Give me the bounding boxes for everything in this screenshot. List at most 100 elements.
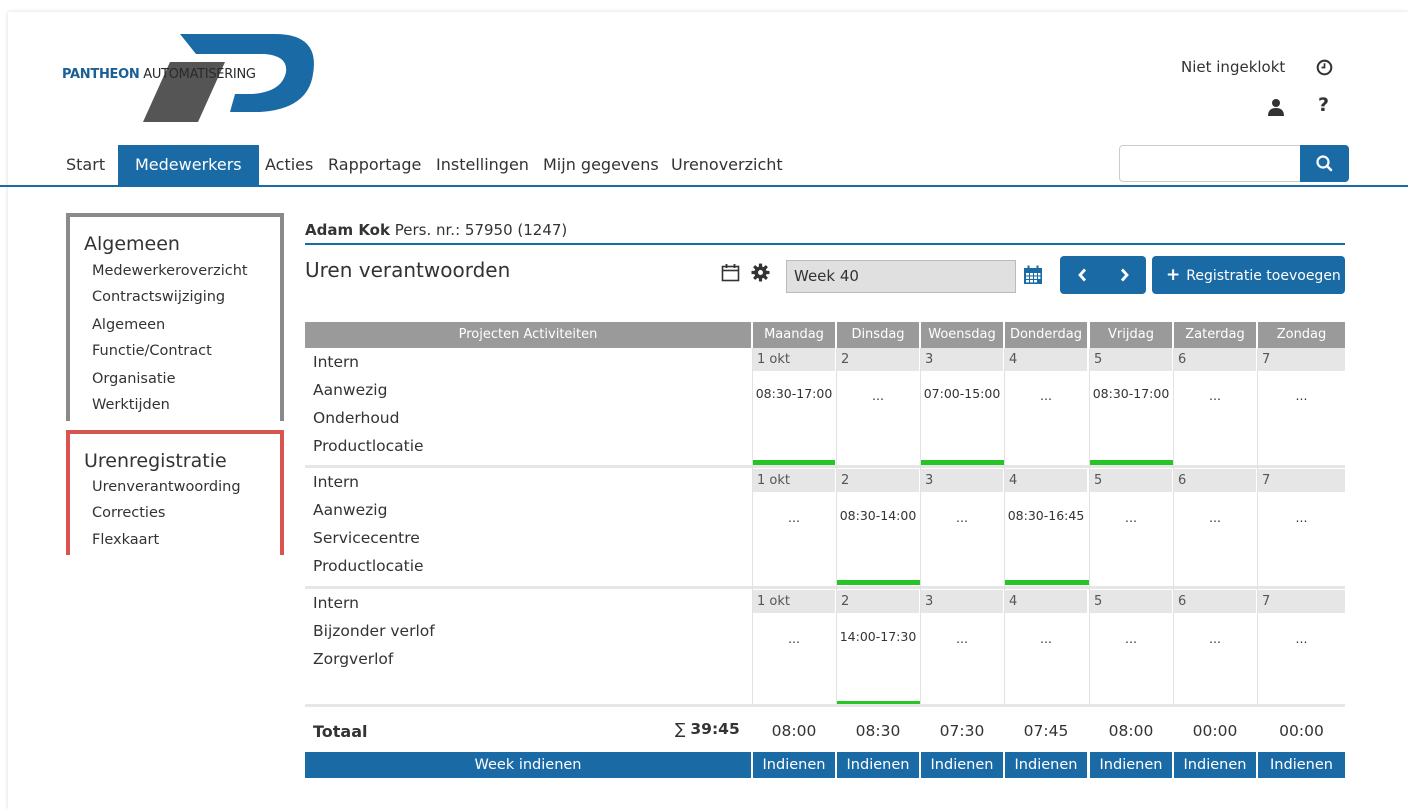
day-date: 2	[837, 469, 919, 492]
day-total: 00:00	[1279, 722, 1324, 740]
row-separator	[305, 586, 1345, 589]
grid-header-projects: Projecten Activiteiten	[305, 322, 751, 348]
time-cell[interactable]: 14:00-17:30	[837, 629, 919, 644]
nav-item-rapportage[interactable]: Rapportage	[328, 145, 421, 185]
time-cell[interactable]: 08:30-17:00	[753, 386, 835, 401]
chevron-left-icon[interactable]	[1077, 268, 1087, 282]
sum-icon: ∑	[675, 720, 686, 738]
company-logo[interactable]: PANTHEON AUTOMATISERING	[50, 34, 320, 124]
time-cell[interactable]: ...	[1090, 631, 1172, 646]
time-cell[interactable]: ...	[1258, 631, 1345, 646]
day-total: 07:30	[939, 722, 985, 740]
search-input[interactable]	[1119, 145, 1301, 182]
submit-day-button[interactable]: Indienen	[753, 752, 835, 778]
column-divider	[920, 348, 921, 704]
time-cell[interactable]: ...	[921, 631, 1003, 646]
plus-icon: +	[1166, 265, 1181, 285]
sidebar-item-urenverantwoording[interactable]: Urenverantwoording	[92, 479, 241, 495]
chevron-right-icon[interactable]	[1120, 268, 1130, 282]
sidebar-title-urenregistratie: Urenregistratie	[84, 450, 227, 472]
grid-header-day: Dinsdag	[837, 322, 919, 348]
time-cell[interactable]: ...	[1174, 388, 1256, 403]
employee-name: Adam Kok	[305, 221, 390, 239]
sidebar-item-correcties[interactable]: Correcties	[92, 505, 165, 521]
gear-icon[interactable]	[751, 263, 770, 282]
time-cell[interactable]: ...	[1090, 510, 1172, 525]
column-divider	[1257, 348, 1258, 704]
submit-day-button[interactable]: Indienen	[1005, 752, 1087, 778]
day-date: 1 okt	[753, 590, 835, 613]
sidebar-item-organisatie[interactable]: Organisatie	[92, 371, 176, 387]
user-icon[interactable]	[1268, 98, 1284, 116]
time-cell[interactable]: 08:30-14:00	[837, 508, 919, 523]
column-divider	[836, 348, 837, 704]
day-date: 2	[837, 348, 919, 371]
search-icon	[1316, 155, 1333, 172]
row-separator	[305, 704, 1345, 707]
submit-week-button[interactable]: Week indienen	[305, 752, 751, 778]
row-activity: Aanwezig	[313, 501, 388, 519]
row-detail: Onderhoud	[313, 409, 400, 427]
submitted-indicator	[837, 580, 921, 585]
time-cell[interactable]: ...	[1174, 631, 1256, 646]
row-project: Intern	[313, 473, 359, 491]
page-title: Uren verantwoorden	[305, 258, 511, 282]
nav-item-acties[interactable]: Acties	[265, 145, 313, 185]
row-location: Productlocatie	[313, 437, 424, 455]
nav-item-instellingen[interactable]: Instellingen	[436, 145, 529, 185]
nav-item-urenoverzicht[interactable]: Urenoverzicht	[671, 145, 783, 185]
submit-day-button[interactable]: Indienen	[921, 752, 1003, 778]
time-cell[interactable]: ...	[1258, 388, 1345, 403]
time-cell[interactable]: ...	[753, 631, 835, 646]
day-date: 4	[1005, 469, 1087, 492]
nav-item-mijn-gegevens[interactable]: Mijn gegevens	[543, 145, 659, 185]
total-label: Totaal	[313, 722, 368, 741]
logo-text: PANTHEON AUTOMATISERING	[62, 67, 256, 82]
day-date: 7	[1258, 348, 1345, 371]
time-cell[interactable]: ...	[1258, 510, 1345, 525]
nav-item-medewerkers[interactable]: Medewerkers	[118, 145, 259, 185]
submit-day-button[interactable]: Indienen	[837, 752, 919, 778]
calendar-picker-icon[interactable]	[1023, 265, 1043, 285]
column-divider	[1089, 348, 1090, 704]
submit-day-button[interactable]: Indienen	[1258, 752, 1345, 778]
day-date: 3	[921, 469, 1003, 492]
submit-day-button[interactable]: Indienen	[1174, 752, 1256, 778]
day-total: 07:45	[1023, 722, 1069, 740]
time-cell[interactable]: ...	[837, 388, 919, 403]
time-cell[interactable]: ...	[921, 510, 1003, 525]
day-date: 6	[1174, 590, 1256, 613]
time-cell[interactable]: 08:30-17:00	[1090, 386, 1172, 401]
day-date: 6	[1174, 348, 1256, 371]
sidebar-item-werktijden[interactable]: Werktijden	[92, 397, 170, 413]
help-icon[interactable]: ?	[1318, 94, 1329, 116]
day-total: 08:30	[855, 722, 901, 740]
grid-header-day: Zondag	[1258, 322, 1345, 348]
day-date: 2	[837, 590, 919, 613]
week-input[interactable]: Week 40	[786, 260, 1016, 293]
add-registration-button[interactable]: + Registratie toevoegen	[1152, 256, 1345, 294]
calendar-icon[interactable]	[721, 263, 740, 282]
time-cell[interactable]: ...	[1174, 510, 1256, 525]
day-total: 08:00	[771, 722, 817, 740]
day-date: 3	[921, 348, 1003, 371]
search-button[interactable]	[1300, 145, 1349, 182]
time-cell[interactable]: 08:30-16:45	[1005, 508, 1087, 523]
column-divider	[1173, 348, 1174, 704]
row-project: Intern	[313, 594, 359, 612]
sidebar-item-functie-contract[interactable]: Functie/Contract	[92, 343, 212, 359]
sidebar-item-contractswijziging[interactable]: Contractswijziging	[92, 289, 225, 305]
time-cell[interactable]: ...	[753, 510, 835, 525]
day-date: 5	[1090, 590, 1172, 613]
time-cell[interactable]: ...	[1005, 388, 1087, 403]
clock-icon[interactable]	[1316, 59, 1333, 76]
sidebar-item-medewerkeroverzicht[interactable]: Medewerkeroverzicht	[92, 263, 248, 279]
submit-day-button[interactable]: Indienen	[1090, 752, 1172, 778]
row-location: Productlocatie	[313, 557, 424, 575]
nav-item-start[interactable]: Start	[66, 145, 105, 185]
day-date: 1 okt	[753, 348, 835, 371]
time-cell[interactable]: ...	[1005, 631, 1087, 646]
sidebar-item-algemeen[interactable]: Algemeen	[92, 317, 165, 333]
sidebar-item-flexkaart[interactable]: Flexkaart	[92, 532, 159, 548]
time-cell[interactable]: 07:00-15:00	[921, 386, 1003, 401]
